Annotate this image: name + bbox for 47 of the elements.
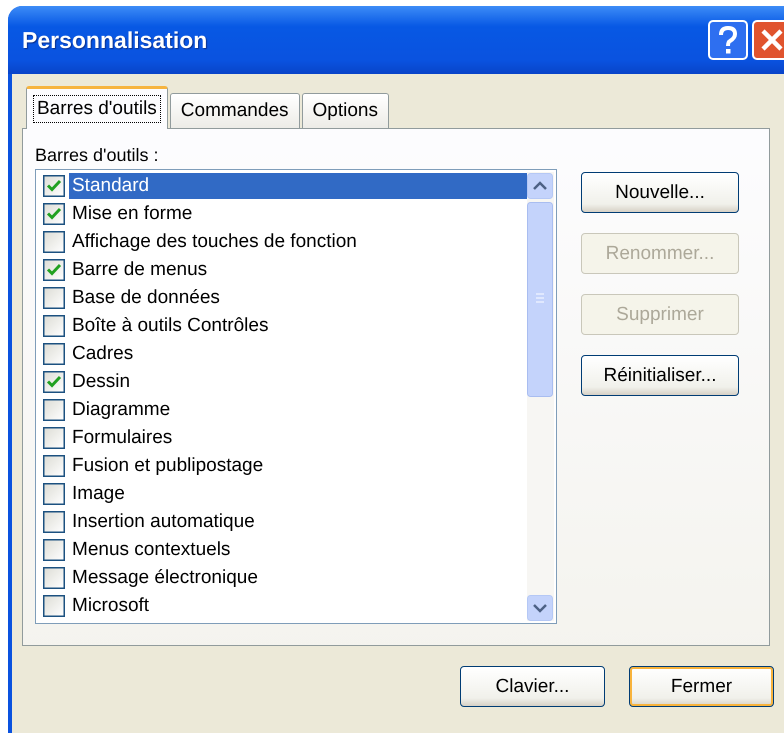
checkbox[interactable]	[43, 315, 65, 337]
list-item[interactable]: Diagramme	[69, 397, 527, 423]
list-item[interactable]: Image	[69, 481, 527, 507]
list-item[interactable]: Cadres	[69, 341, 527, 367]
button[interactable]: Réinitialiser...	[581, 355, 739, 396]
checkbox[interactable]	[43, 427, 65, 449]
button[interactable]: Clavier...	[460, 666, 605, 707]
checkbox[interactable]	[43, 203, 65, 225]
checkbox[interactable]	[43, 455, 65, 477]
checkbox[interactable]	[43, 175, 65, 197]
list-item[interactable]: Insertion automatique	[69, 509, 527, 535]
list-item[interactable]: Dessin	[69, 369, 527, 395]
scrollbar[interactable]	[527, 172, 554, 621]
checkbox[interactable]	[43, 259, 65, 281]
checkbox[interactable]	[43, 567, 65, 589]
list-item[interactable]: Microsoft	[69, 593, 527, 619]
list-label: Barres d'outils :	[35, 145, 160, 167]
checkbox[interactable]	[43, 371, 65, 393]
list-item[interactable]: Boîte à outils Contrôles	[69, 313, 527, 339]
tab[interactable]: Barres d'outils	[26, 86, 168, 129]
checkbox[interactable]	[43, 231, 65, 253]
list-item[interactable]: Base de données	[69, 285, 527, 311]
scroll-up-button[interactable]	[527, 173, 553, 199]
window-title: Personnalisation	[22, 26, 208, 54]
list-item[interactable]: Fusion et publipostage	[69, 453, 527, 479]
list-item[interactable]: Standard	[69, 173, 527, 199]
list-item[interactable]: Mise en forme	[69, 201, 527, 227]
scroll-down-button[interactable]	[527, 595, 553, 621]
checkbox[interactable]	[43, 343, 65, 365]
checkbox[interactable]	[43, 399, 65, 421]
checkbox[interactable]	[43, 539, 65, 561]
checkbox[interactable]	[43, 483, 65, 505]
checkbox[interactable]	[43, 287, 65, 309]
tab[interactable]: Commandes	[170, 93, 300, 128]
list-item[interactable]: Menus contextuels	[69, 537, 527, 563]
checkbox[interactable]	[43, 595, 65, 617]
help-button[interactable]	[708, 20, 748, 60]
list-item[interactable]: Affichage des touches de fonction	[69, 229, 527, 255]
list-item[interactable]: Formulaires	[69, 425, 527, 451]
button[interactable]: Fermer	[629, 666, 774, 707]
close-button[interactable]	[752, 20, 784, 60]
list-item[interactable]: Message électronique	[69, 565, 527, 591]
list-item[interactable]: Barre de menus	[69, 257, 527, 283]
tab[interactable]: Options	[302, 93, 389, 128]
scrollbar-thumb[interactable]	[527, 202, 553, 397]
button[interactable]: Nouvelle...	[581, 172, 739, 213]
checkbox[interactable]	[43, 511, 65, 533]
